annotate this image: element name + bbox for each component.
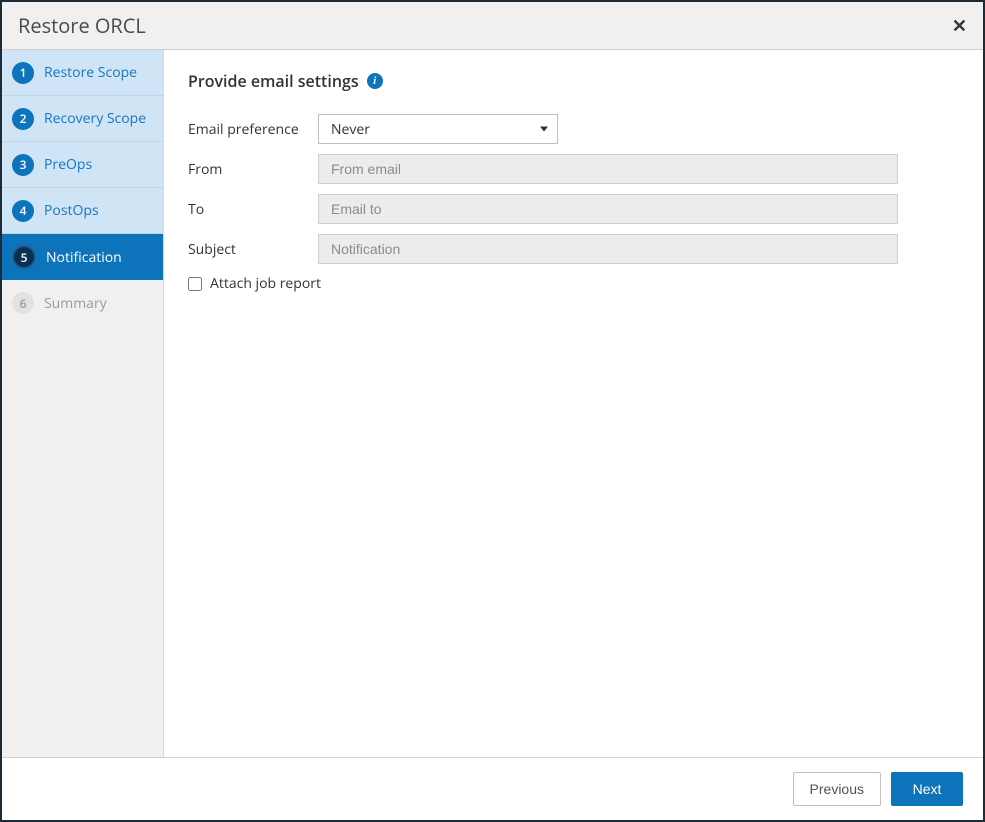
step-number: 4 (12, 200, 34, 222)
step-label: Restore Scope (44, 63, 137, 82)
step-label: PreOps (44, 155, 92, 174)
step-restore-scope[interactable]: 1 Restore Scope (2, 50, 163, 96)
step-label: Notification (46, 248, 122, 267)
step-content: Provide email settings i Email preferenc… (164, 50, 983, 757)
step-number: 5 (12, 245, 36, 269)
previous-button[interactable]: Previous (793, 772, 881, 806)
step-label: Summary (44, 294, 107, 313)
info-icon[interactable]: i (367, 73, 383, 89)
step-preops[interactable]: 3 PreOps (2, 142, 163, 188)
step-postops[interactable]: 4 PostOps (2, 188, 163, 234)
step-number: 2 (12, 108, 34, 130)
step-label: Recovery Scope (44, 109, 146, 128)
close-icon[interactable]: ✕ (952, 17, 967, 35)
label-from: From (188, 160, 318, 179)
wizard-sidebar: 1 Restore Scope 2 Recovery Scope 3 PreOp… (2, 50, 164, 757)
modal-footer: Previous Next (2, 758, 983, 820)
step-number: 3 (12, 154, 34, 176)
label-to: To (188, 200, 318, 219)
email-preference-select[interactable]: Never (318, 114, 558, 144)
step-summary[interactable]: 6 Summary (2, 280, 163, 326)
modal-title: Restore ORCL (18, 12, 146, 39)
modal-header: Restore ORCL ✕ (2, 2, 983, 50)
step-notification[interactable]: 5 Notification (2, 234, 163, 280)
attach-report-label: Attach job report (210, 274, 321, 293)
attach-report-checkbox[interactable] (188, 277, 202, 291)
subject-input[interactable] (318, 234, 898, 264)
from-email-input[interactable] (318, 154, 898, 184)
next-button[interactable]: Next (891, 772, 963, 806)
label-email-preference: Email preference (188, 120, 318, 139)
select-value: Never (331, 120, 370, 139)
section-title: Provide email settings i (188, 70, 963, 92)
step-number: 1 (12, 62, 34, 84)
restore-modal: Restore ORCL ✕ 1 Restore Scope 2 Recover… (0, 0, 985, 822)
step-label: PostOps (44, 201, 99, 220)
label-subject: Subject (188, 240, 318, 259)
to-email-input[interactable] (318, 194, 898, 224)
step-recovery-scope[interactable]: 2 Recovery Scope (2, 96, 163, 142)
step-number: 6 (12, 292, 34, 314)
section-heading: Provide email settings (188, 70, 359, 92)
